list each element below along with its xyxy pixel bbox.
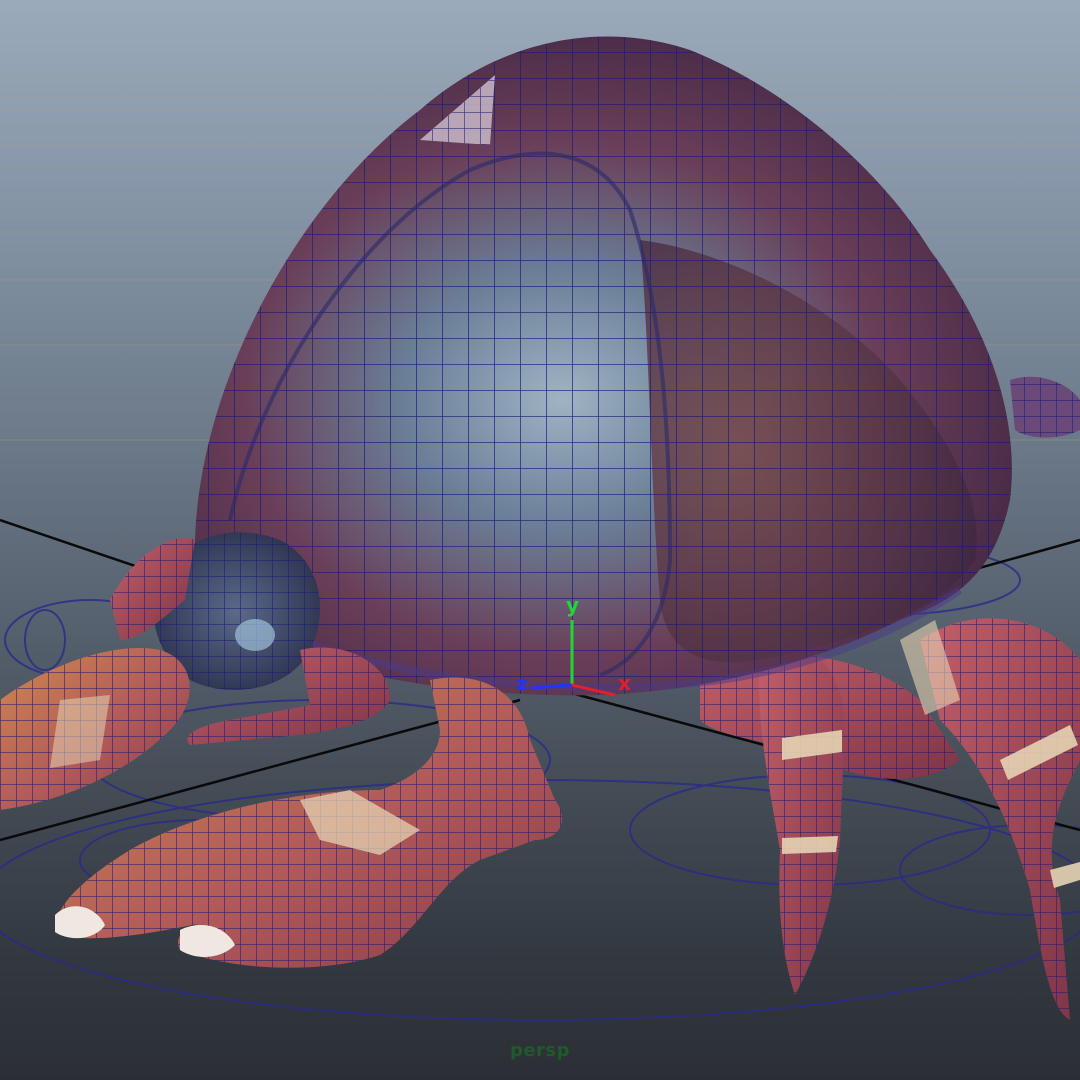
perspective-viewport[interactable]: y x z persp bbox=[0, 0, 1080, 1080]
x-axis-label: x bbox=[618, 671, 631, 695]
camera-label: persp bbox=[509, 1040, 571, 1061]
z-axis-label: z bbox=[516, 671, 528, 695]
y-axis-label: y bbox=[566, 593, 579, 617]
eye-icon bbox=[235, 619, 275, 651]
shell[interactable] bbox=[195, 36, 1080, 696]
scene-canvas[interactable]: y x z bbox=[0, 0, 1080, 1080]
